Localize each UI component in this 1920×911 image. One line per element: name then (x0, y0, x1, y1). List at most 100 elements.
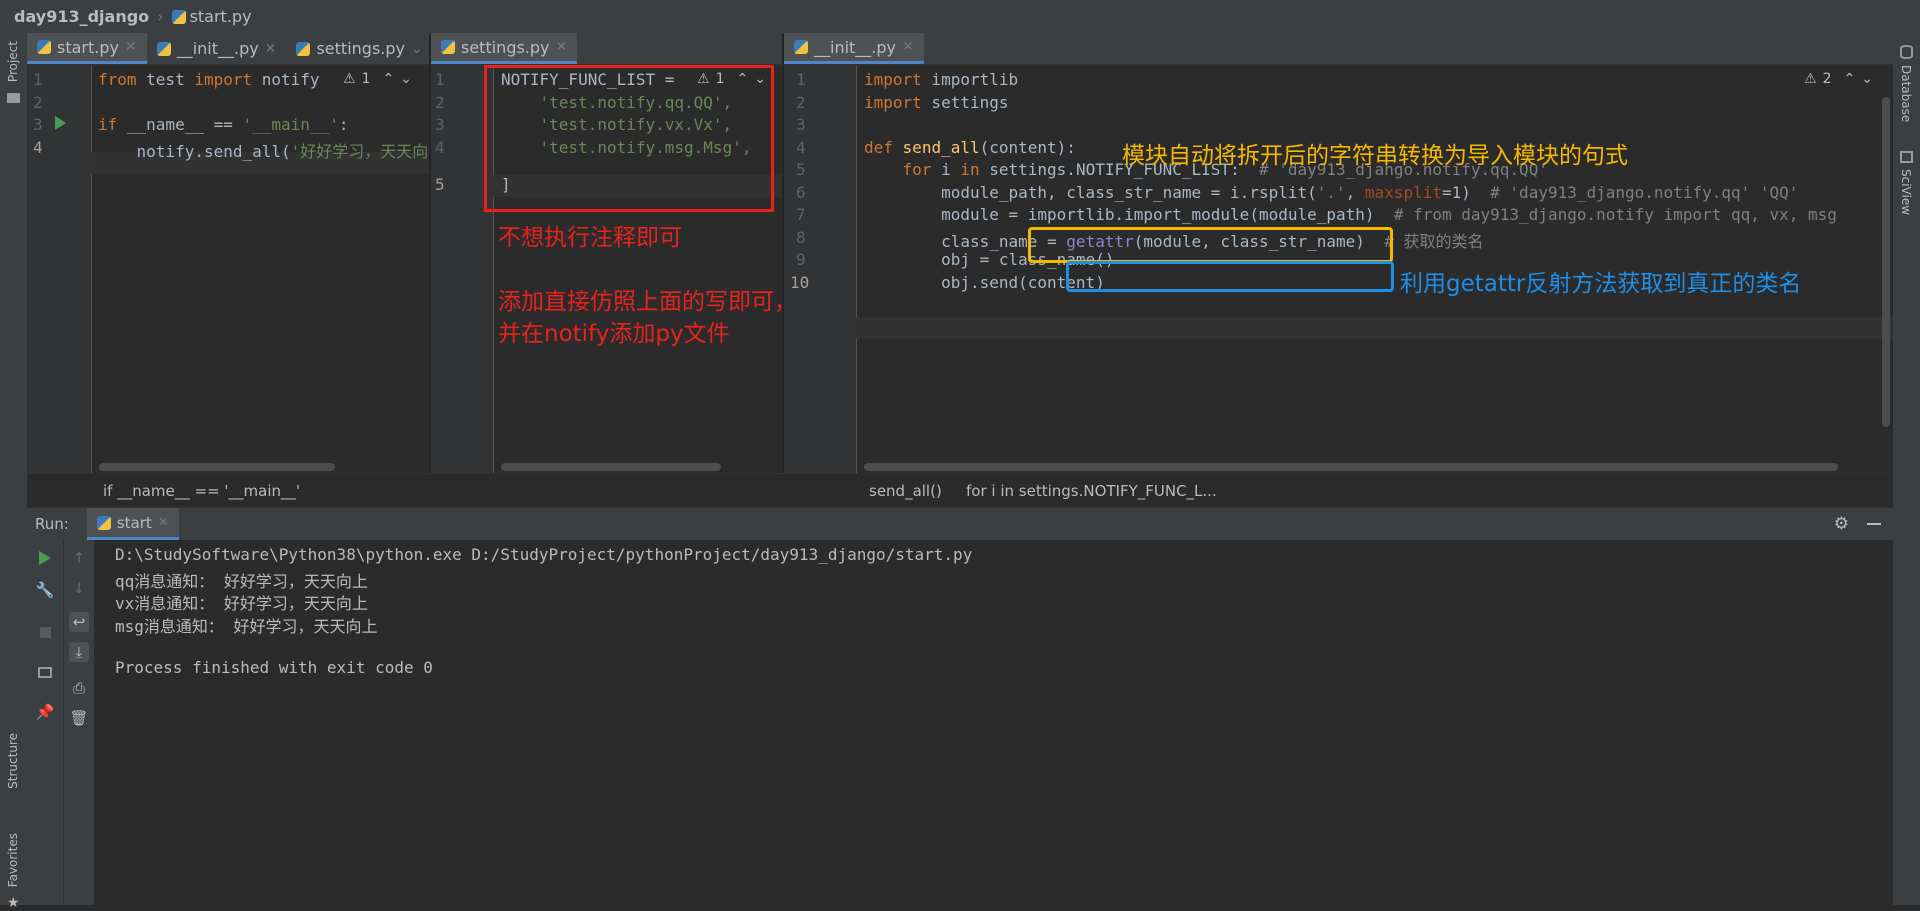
database-icon (1900, 45, 1913, 59)
horizontal-scrollbar[interactable] (99, 463, 335, 471)
code-text: =1) (1441, 183, 1491, 202)
code-text: i (931, 160, 961, 179)
annotation-yellow-box (1028, 227, 1393, 263)
close-icon[interactable]: ✕ (556, 39, 568, 55)
project-tool-tab[interactable]: Project (6, 41, 20, 82)
chevron-up-icon[interactable]: ⌃ (1843, 71, 1855, 87)
rerun-icon[interactable] (35, 548, 55, 568)
python-file-icon (171, 9, 186, 24)
python-file-icon (296, 41, 311, 56)
gear-icon[interactable]: ⚙ (1834, 514, 1849, 534)
structure-tool-tab[interactable]: Structure (6, 733, 20, 789)
annotation-red-text-3: 并在notify添加py文件 (498, 321, 730, 347)
editor-tab-bar: start.py ✕ __init__.py ✕ settings.py ⌄ (27, 33, 429, 65)
console-line: vx消息通知： 好好学习，天天向上 (115, 594, 368, 613)
minimize-icon[interactable] (1867, 523, 1881, 525)
editor-tab-bar: __init__.py ✕ (784, 33, 1893, 65)
stop-icon[interactable] (35, 622, 55, 642)
sciview-icon (1900, 151, 1913, 163)
horizontal-scrollbar[interactable] (864, 463, 1838, 471)
tab-label: __init__.py (176, 39, 259, 58)
annotation-red-box (484, 65, 774, 212)
code-text: notify (252, 70, 320, 89)
run-label: Run: (35, 515, 69, 533)
sciview-tool-tab[interactable]: SciView (1899, 169, 1913, 215)
close-icon[interactable]: ✕ (158, 515, 169, 530)
line-number: 5 (796, 160, 806, 179)
code-text: test (136, 70, 195, 89)
project-breadcrumb[interactable]: day913_django (14, 7, 149, 26)
chevron-down-icon[interactable]: ⌄ (1861, 71, 1873, 87)
run-toolbar-primary: 🔧 📌 (27, 540, 63, 905)
line-number: 2 (33, 93, 43, 112)
trash-icon[interactable]: 🗑 (69, 708, 89, 728)
tab-label: __init__.py (814, 37, 897, 57)
layout-icon[interactable] (35, 662, 55, 682)
star-icon: ★ (7, 895, 20, 911)
right-tool-strip: Database SciView (1892, 33, 1920, 905)
wrench-icon[interactable]: 🔧 (35, 580, 55, 600)
favorites-tool-tab[interactable]: Favorites (6, 833, 20, 887)
horizontal-scrollbar[interactable] (501, 463, 721, 471)
code-line-7: module = importlib.import_module(module_… (864, 205, 1837, 224)
python-file-icon (441, 40, 455, 54)
tab-label: settings.py (316, 39, 405, 58)
close-icon[interactable]: ✕ (902, 39, 914, 55)
scroll-to-end-icon[interactable]: ⤓ (69, 642, 89, 662)
tab-start-py[interactable]: start.py ✕ (27, 33, 147, 64)
line-number: 3 (435, 115, 445, 134)
code-line-2: import settings (864, 93, 1009, 112)
tab-settings-py[interactable]: settings.py ⌄ (286, 33, 429, 64)
pin-icon[interactable]: 📌 (35, 702, 55, 722)
run-tab-label: start (116, 513, 152, 532)
code-text: settings (921, 93, 1009, 112)
file-breadcrumb[interactable]: start.py (171, 7, 252, 26)
vertical-scrollbar[interactable] (1882, 97, 1890, 427)
python-file-icon (794, 40, 808, 54)
annotation-red-text-2: 添加直接仿照上面的写即可， (498, 289, 797, 315)
arrow-down-icon[interactable]: ↓ (69, 578, 89, 598)
keyword: import (864, 70, 922, 89)
code-line-4: def send_all(content): (864, 138, 1076, 157)
tab-settings-py[interactable]: settings.py ✕ (431, 33, 578, 64)
pane-divider[interactable] (782, 33, 784, 473)
breadcrumb-send-all[interactable]: send_all() (869, 482, 942, 500)
inspection-widget[interactable]: ⚠ 2 ⌃ ⌄ (1804, 71, 1873, 87)
tab-label: start.py (57, 37, 119, 57)
line-number: 2 (796, 93, 806, 112)
arrow-up-icon[interactable]: ↑ (69, 548, 89, 568)
annotation-blue-box (1066, 261, 1394, 292)
pane-divider[interactable] (429, 33, 431, 473)
breadcrumb-for-loop[interactable]: for i in settings.NOTIFY_FUNC_L... (966, 482, 1217, 500)
run-tab-start[interactable]: start ✕ (86, 508, 179, 540)
soft-wrap-icon[interactable]: ↩ (69, 612, 89, 632)
chevron-down-icon[interactable]: ⌄ (411, 41, 423, 57)
line-number: 1 (435, 70, 445, 89)
annotation-red-text-1: 不想执行注释即可 (498, 225, 682, 251)
string-literal: '.' (1316, 183, 1346, 202)
keyword: for (902, 160, 932, 179)
keyword: from (98, 70, 137, 89)
line-number: 5 (435, 175, 445, 194)
keyword: if (98, 115, 118, 134)
breadcrumb-start[interactable]: if __name__ == '__main__' (103, 482, 300, 500)
inspection-widget[interactable]: ⚠ 1 ⌃ ⌄ (343, 71, 412, 87)
code-text: module = importlib.import_module(module_… (864, 205, 1394, 224)
navigation-bar: day913_django › start.py (0, 0, 1920, 34)
close-icon[interactable]: ✕ (125, 39, 137, 55)
code-text: notify.send_all( (98, 142, 291, 161)
editor-breadcrumbs: if __name__ == '__main__' send_all() for… (27, 473, 1893, 507)
tab-init-py[interactable]: __init__.py ✕ (147, 33, 287, 64)
chevron-down-icon[interactable]: ⌄ (400, 71, 412, 87)
line-number: 1 (33, 70, 43, 89)
close-icon[interactable]: ✕ (265, 41, 277, 57)
line-gutter (784, 65, 857, 473)
editor-pane-start: start.py ✕ __init__.py ✕ settings.py ⌄ 1… (27, 33, 429, 473)
tab-init-py[interactable]: __init__.py ✕ (784, 33, 924, 64)
print-icon[interactable]: ⎙ (69, 678, 89, 698)
database-tool-tab[interactable]: Database (1899, 65, 1913, 122)
keyword: import (194, 70, 253, 89)
run-gutter-icon[interactable] (55, 116, 66, 130)
chevron-up-icon[interactable]: ⌃ (382, 71, 394, 87)
line-number: 4 (796, 138, 806, 157)
